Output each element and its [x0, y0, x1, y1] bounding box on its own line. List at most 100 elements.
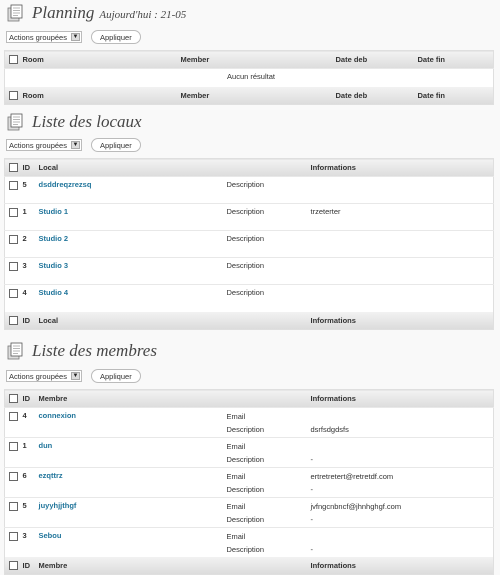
- info-value: trzeterter: [306, 203, 494, 231]
- email-value: [311, 531, 494, 544]
- column-informations: Informations: [306, 557, 494, 575]
- description-value: -: [310, 545, 314, 554]
- planning-header: Planning Aujourd'hui : 21-05: [6, 2, 186, 24]
- row-id: 1: [18, 437, 35, 468]
- table-row: 5 juyyhjjthgf Email Description jvfngcnbncf@…: [4, 497, 494, 528]
- column-membre[interactable]: Membre: [34, 557, 223, 575]
- chevron-down-icon[interactable]: ▼: [71, 141, 80, 149]
- member-name-link[interactable]: juyyhjjthgf: [39, 501, 77, 510]
- membres-bulk-actions: Actions groupées ▼ Appliquer: [6, 369, 141, 383]
- column-id[interactable]: ID: [18, 557, 35, 575]
- column-local[interactable]: Local: [34, 158, 223, 177]
- member-name-link[interactable]: connexion: [39, 411, 77, 420]
- column-member[interactable]: Member: [176, 87, 332, 105]
- info-label: Description: [222, 230, 307, 258]
- column-room[interactable]: Room: [18, 50, 177, 69]
- row-checkbox[interactable]: [9, 471, 18, 481]
- description-label: Description: [226, 545, 265, 554]
- planning-table: Room Member Date deb Date fin Aucun résu…: [4, 50, 494, 105]
- locaux-table: ID Local Informations 5 dsddreqzrezsq Desc…: [4, 158, 494, 330]
- select-all-checkbox[interactable]: [9, 55, 18, 65]
- row-checkbox[interactable]: [9, 207, 18, 217]
- description-label: Description: [226, 515, 265, 524]
- column-date-deb[interactable]: Date deb: [331, 50, 414, 69]
- local-name-link[interactable]: Studio 1: [39, 207, 69, 216]
- apply-button[interactable]: Appliquer: [91, 369, 141, 383]
- empty-row: Aucun résultat: [4, 68, 494, 87]
- row-id: 2: [18, 230, 35, 258]
- column-member[interactable]: Member: [176, 50, 332, 69]
- member-name-link[interactable]: dun: [39, 441, 53, 450]
- select-all-checkbox[interactable]: [9, 163, 18, 173]
- row-id: 6: [18, 467, 35, 498]
- table-row: 1 Studio 1 Description trzeterter: [4, 203, 494, 231]
- row-id: 1: [18, 203, 35, 231]
- info-value: [306, 230, 494, 258]
- bulk-actions-select[interactable]: Actions groupées ▼: [6, 139, 82, 151]
- row-checkbox[interactable]: [9, 411, 18, 421]
- membres-header: Liste des membres: [6, 340, 157, 362]
- member-name-link[interactable]: Sebou: [39, 531, 62, 540]
- info-label: Description: [222, 203, 307, 231]
- column-id[interactable]: ID: [18, 389, 35, 408]
- bulk-actions-select[interactable]: Actions groupées ▼: [6, 31, 82, 43]
- column-informations: Informations: [306, 158, 494, 177]
- row-checkbox[interactable]: [9, 261, 18, 271]
- info-label: Description: [222, 257, 307, 285]
- table-header: Room Member Date deb Date fin: [4, 50, 494, 69]
- planning-date: Aujourd'hui : 21-05: [99, 9, 187, 21]
- email-value: [311, 411, 494, 424]
- select-all-checkbox[interactable]: [9, 91, 18, 101]
- row-checkbox[interactable]: [9, 288, 18, 298]
- table-row: 1 dun Email Description -: [4, 437, 494, 468]
- local-name-link[interactable]: Studio 2: [39, 234, 69, 243]
- description-value: -: [310, 455, 314, 464]
- member-name-link[interactable]: ezqttrz: [39, 471, 63, 480]
- locaux-title: Liste des locaux: [32, 112, 142, 131]
- local-name-link[interactable]: Studio 4: [39, 288, 69, 297]
- local-name-link[interactable]: Studio 3: [39, 261, 69, 270]
- table-row: 5 dsddreqzrezsq Description: [4, 176, 494, 204]
- email-label: Email: [226, 442, 246, 451]
- chevron-down-icon[interactable]: ▼: [71, 33, 80, 41]
- local-name-link[interactable]: dsddreqzrezsq: [39, 180, 92, 189]
- planning-title: Planning: [32, 3, 95, 22]
- column-date-deb[interactable]: Date deb: [331, 87, 414, 105]
- description-label: Description: [226, 425, 265, 434]
- table-row: 4 Studio 4 Description: [4, 284, 494, 312]
- pages-icon: [7, 342, 23, 360]
- email-value: [311, 441, 494, 454]
- bulk-actions-select[interactable]: Actions groupées ▼: [6, 370, 82, 382]
- row-checkbox[interactable]: [9, 531, 18, 541]
- chevron-down-icon[interactable]: ▼: [71, 372, 80, 380]
- select-all-checkbox[interactable]: [9, 561, 18, 571]
- row-id: 3: [18, 257, 35, 285]
- row-checkbox[interactable]: [9, 501, 18, 511]
- column-date-fin[interactable]: Date fin: [413, 50, 494, 69]
- column-date-fin[interactable]: Date fin: [413, 87, 494, 105]
- table-header: ID Local Informations: [4, 158, 494, 177]
- table-row: 3 Studio 3 Description: [4, 257, 494, 285]
- info-label: Description: [222, 176, 307, 204]
- info-value: [306, 257, 494, 285]
- row-checkbox[interactable]: [9, 180, 18, 190]
- column-room[interactable]: Room: [18, 87, 177, 105]
- apply-button[interactable]: Appliquer: [91, 30, 141, 44]
- column-id[interactable]: ID: [18, 158, 35, 177]
- info-value: [306, 176, 494, 204]
- table-row: 6 ezqttrz Email Description ertretretert@ret…: [4, 467, 494, 498]
- row-checkbox[interactable]: [9, 234, 18, 244]
- column-informations: Informations: [306, 389, 494, 408]
- column-id[interactable]: ID: [18, 311, 35, 329]
- select-all-checkbox[interactable]: [9, 315, 18, 325]
- column-local[interactable]: Local: [34, 311, 223, 329]
- table-header: ID Membre Informations: [4, 389, 494, 408]
- description-value: dsrfsdgdsfs: [310, 425, 349, 434]
- row-id: 5: [18, 176, 35, 204]
- column-membre[interactable]: Membre: [34, 389, 223, 408]
- pages-icon: [7, 113, 23, 131]
- row-checkbox[interactable]: [9, 441, 18, 451]
- apply-button[interactable]: Appliquer: [91, 138, 141, 152]
- select-all-checkbox[interactable]: [9, 394, 18, 404]
- table-footer: ID Membre Informations: [4, 557, 494, 575]
